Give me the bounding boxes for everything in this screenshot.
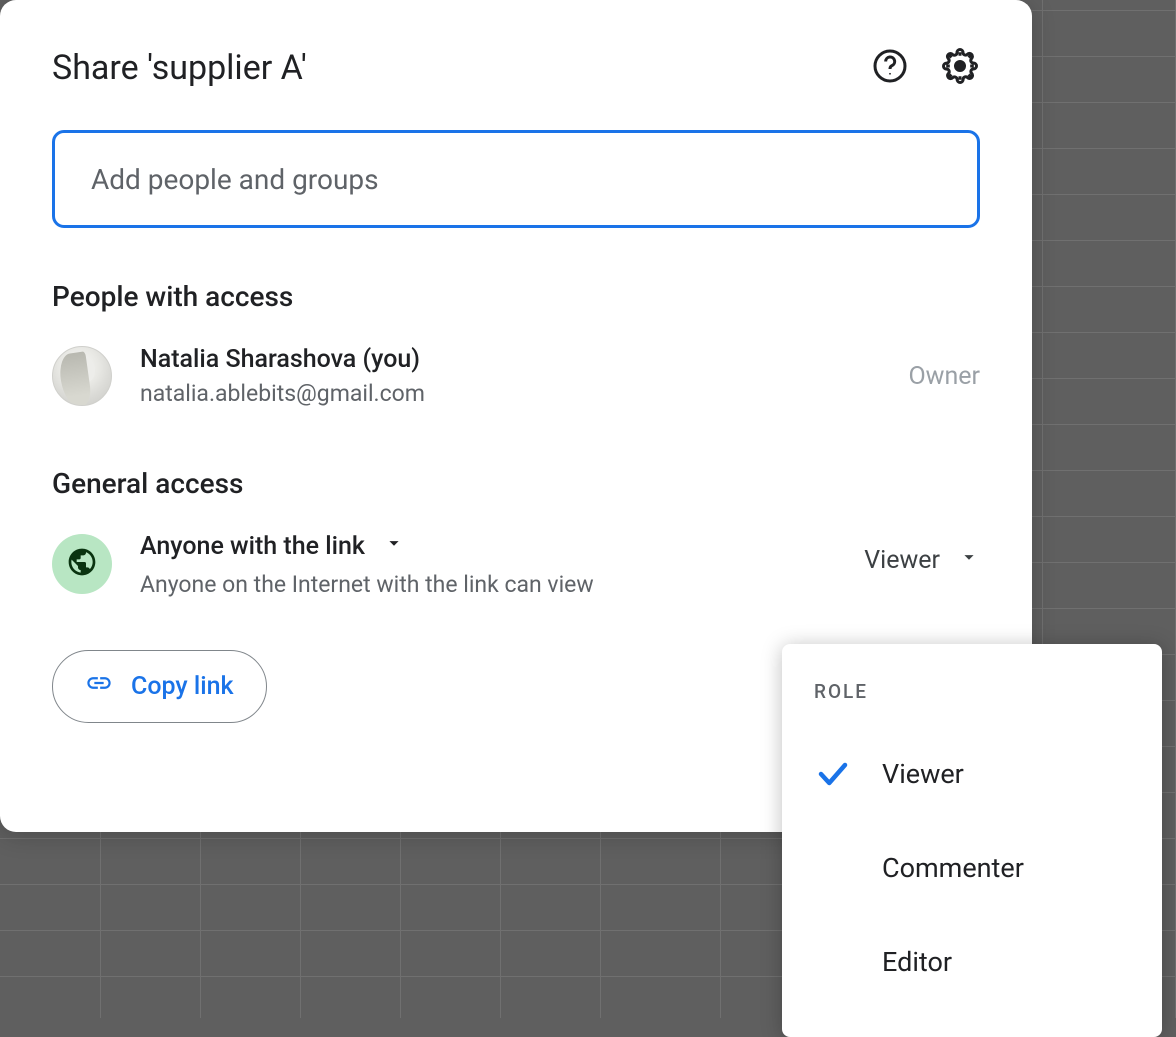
help-button[interactable] bbox=[870, 48, 910, 88]
person-email: natalia.ablebits@gmail.com bbox=[140, 380, 425, 407]
check-placeholder bbox=[814, 943, 852, 981]
access-scope-label: Anyone with the link bbox=[140, 532, 365, 561]
person-name: Natalia Sharashova (you) bbox=[140, 345, 425, 374]
role-dropdown-header: ROLE bbox=[782, 672, 1162, 727]
role-option-editor[interactable]: Editor bbox=[782, 915, 1162, 1009]
role-option-commenter[interactable]: Commenter bbox=[782, 821, 1162, 915]
role-option-viewer[interactable]: Viewer bbox=[782, 727, 1162, 821]
owner-role-label: Owner bbox=[908, 362, 980, 391]
role-option-label: Commenter bbox=[882, 852, 1024, 884]
access-description: Anyone on the Internet with the link can… bbox=[140, 571, 594, 598]
globe-icon bbox=[66, 546, 98, 582]
help-icon bbox=[872, 48, 908, 88]
gear-icon bbox=[942, 48, 978, 88]
person-row: Natalia Sharashova (you) natalia.ablebit… bbox=[52, 345, 980, 407]
people-with-access-heading: People with access bbox=[52, 280, 980, 313]
dialog-title: Share 'supplier A' bbox=[52, 48, 307, 88]
role-dropdown: ROLE Viewer Commenter Editor bbox=[782, 644, 1162, 1037]
role-option-label: Editor bbox=[882, 946, 952, 978]
general-access-heading: General access bbox=[52, 467, 980, 500]
link-icon bbox=[85, 669, 113, 704]
role-selector-label: Viewer bbox=[864, 546, 940, 575]
check-placeholder bbox=[814, 849, 852, 887]
role-option-label: Viewer bbox=[882, 758, 964, 790]
add-people-input[interactable] bbox=[52, 130, 980, 228]
role-selector[interactable]: Viewer bbox=[864, 532, 980, 575]
caret-down-icon bbox=[383, 532, 405, 561]
copy-link-button[interactable]: Copy link bbox=[52, 650, 267, 723]
access-scope-selector[interactable]: Anyone with the link bbox=[140, 532, 594, 561]
avatar bbox=[52, 346, 112, 406]
copy-link-label: Copy link bbox=[131, 672, 234, 701]
globe-icon-circle bbox=[52, 534, 112, 594]
settings-button[interactable] bbox=[940, 48, 980, 88]
caret-down-icon bbox=[958, 546, 980, 575]
check-icon bbox=[814, 755, 852, 793]
